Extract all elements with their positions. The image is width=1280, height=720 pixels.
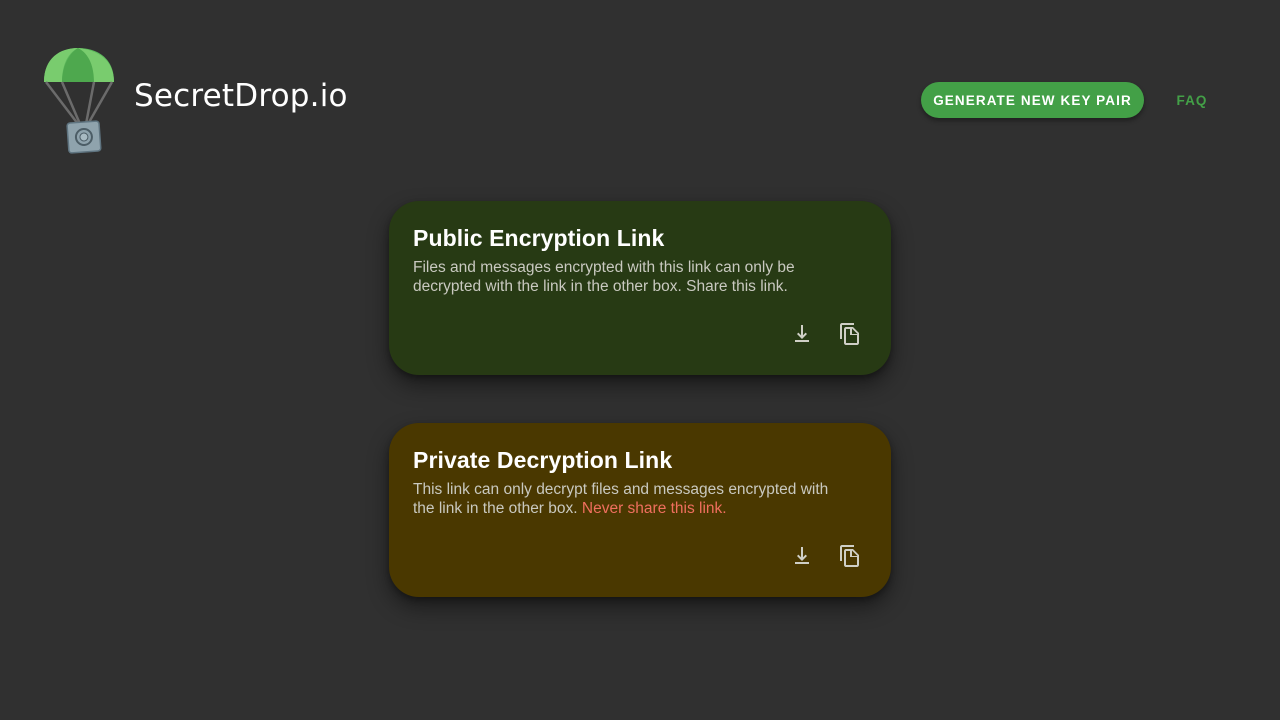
download-icon	[790, 544, 814, 573]
card-description: Files and messages encrypted with this l…	[413, 259, 795, 295]
download-button[interactable]	[785, 319, 819, 353]
warning-text: Never share this link.	[581, 500, 727, 517]
copy-button[interactable]	[833, 319, 867, 353]
download-button[interactable]	[785, 541, 819, 575]
faq-link[interactable]: FAQ	[1162, 82, 1222, 118]
brand-title: SecretDrop.io	[134, 78, 348, 114]
download-icon	[790, 322, 814, 351]
copy-button[interactable]	[833, 541, 867, 575]
private-decryption-card: Private Decryption Link This link can on…	[389, 423, 891, 597]
page: SecretDrop.io GENERATE NEW KEY PAIR FAQ …	[0, 0, 1280, 720]
card-description: This link can only decrypt files and mes…	[413, 480, 853, 518]
parachute-logo-icon	[40, 44, 118, 156]
public-encryption-card: Public Encryption Link Files and message…	[389, 201, 891, 375]
card-title: Public Encryption Link	[413, 225, 665, 251]
copy-icon	[838, 544, 862, 573]
card-title: Private Decryption Link	[413, 447, 673, 473]
copy-icon	[838, 322, 862, 351]
generate-key-pair-button[interactable]: GENERATE NEW KEY PAIR	[921, 82, 1144, 118]
app-header: SecretDrop.io GENERATE NEW KEY PAIR FAQ	[0, 0, 1280, 200]
